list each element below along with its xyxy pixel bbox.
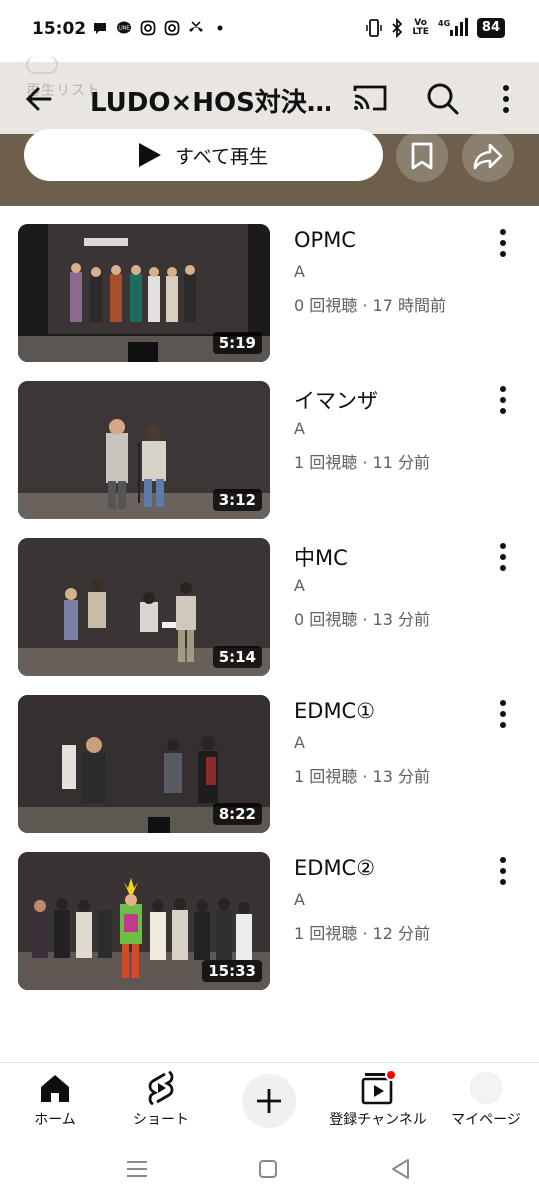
video-item[interactable]: 15:33 EDMC② A 1 回視聴 · 12 分前 xyxy=(0,852,539,1009)
app-header: 再生リスト LUDO×HOS対決… xyxy=(0,56,539,134)
nav-subscriptions-label: 登録チャンネル xyxy=(329,1112,427,1128)
home-system-icon[interactable] xyxy=(253,1154,283,1184)
video-item[interactable]: 3:12 イマンザ A 1 回視聴 · 11 分前 xyxy=(0,381,539,538)
video-channel: A xyxy=(294,419,305,438)
status-time: 15:02 xyxy=(32,19,87,39)
share-button[interactable] xyxy=(462,130,514,182)
instagram-icon xyxy=(140,20,156,36)
channel-avatar-ghost xyxy=(26,56,58,74)
video-more-icon[interactable] xyxy=(494,228,512,258)
nav-you[interactable]: マイページ xyxy=(431,1071,539,1129)
cast-icon[interactable] xyxy=(352,82,388,114)
missed-call-icon xyxy=(189,21,203,32)
video-more-icon[interactable] xyxy=(494,699,512,729)
video-duration: 5:19 xyxy=(212,332,262,354)
video-meta: 1 回視聴 · 12 分前 xyxy=(294,924,430,943)
nav-shorts[interactable]: ショート xyxy=(106,1071,216,1129)
net-type-label: 4G xyxy=(438,19,450,28)
nav-you-label: マイページ xyxy=(451,1112,521,1128)
dot-icon xyxy=(217,25,223,31)
page-title: LUDO×HOS対決… xyxy=(90,88,330,118)
notification-dot xyxy=(385,1069,397,1081)
video-item[interactable]: 8:22 EDMC① A 1 回視聴 · 13 分前 xyxy=(0,695,539,852)
video-list: 5:19 OPMC A 0 回視聴 · 17 時間前 3:12 イマンザ A 1… xyxy=(0,224,539,1009)
video-duration: 15:33 xyxy=(202,960,262,982)
user-avatar xyxy=(470,1072,502,1104)
shorts-icon xyxy=(148,1071,174,1105)
create-button[interactable] xyxy=(242,1074,296,1128)
nav-home-label: ホーム xyxy=(34,1112,76,1128)
volte-indicator: Vo LTE xyxy=(412,18,429,37)
bottom-navigation: ホーム ショート 登録チャンネル マイページ xyxy=(0,1062,539,1138)
video-thumbnail[interactable]: 15:33 xyxy=(18,852,270,990)
plus-icon xyxy=(257,1089,281,1113)
nav-subscriptions[interactable]: 登録チャンネル xyxy=(323,1069,433,1129)
back-arrow-icon[interactable] xyxy=(24,84,54,114)
chat-bubble-icon xyxy=(94,23,106,34)
play-all-button[interactable]: すべて再生 xyxy=(24,129,383,181)
video-channel: A xyxy=(294,262,305,281)
video-meta: 1 回視聴 · 13 分前 xyxy=(294,767,430,786)
video-more-icon[interactable] xyxy=(494,385,512,415)
bluetooth-icon xyxy=(392,18,403,38)
video-duration: 3:12 xyxy=(212,489,262,511)
video-title[interactable]: EDMC② xyxy=(294,856,375,880)
video-item[interactable]: 5:14 中MC A 0 回視聴 · 13 分前 xyxy=(0,538,539,695)
signal-4g-icon: 4G xyxy=(438,18,468,36)
vibrate-icon xyxy=(366,19,383,37)
system-navigation-bar xyxy=(0,1138,539,1200)
nav-home[interactable]: ホーム xyxy=(0,1071,110,1129)
battery-level: 84 xyxy=(476,18,505,38)
play-icon xyxy=(139,143,162,167)
video-meta: 0 回視聴 · 13 分前 xyxy=(294,610,430,629)
instagram-icon-2 xyxy=(164,20,180,36)
nav-shorts-label: ショート xyxy=(133,1112,189,1128)
more-vertical-icon[interactable] xyxy=(496,82,516,116)
save-playlist-button[interactable] xyxy=(396,130,448,182)
video-thumbnail[interactable]: 5:14 xyxy=(18,538,270,676)
svg-text:LINE: LINE xyxy=(118,26,129,32)
recent-apps-icon[interactable] xyxy=(122,1154,152,1184)
video-meta: 0 回視聴 · 17 時間前 xyxy=(294,296,446,315)
status-notification-icons: LINE xyxy=(92,20,228,36)
video-title[interactable]: イマンザ xyxy=(294,385,378,415)
video-thumbnail[interactable]: 3:12 xyxy=(18,381,270,519)
video-title[interactable]: OPMC xyxy=(294,228,356,252)
share-icon xyxy=(473,143,503,170)
status-bar: 15:02 LINE Vo LTE 4G 84 xyxy=(0,0,539,62)
video-title[interactable]: 中MC xyxy=(294,542,348,572)
line-app-icon: LINE xyxy=(117,21,131,34)
back-system-icon[interactable] xyxy=(386,1154,416,1184)
video-more-icon[interactable] xyxy=(494,856,512,886)
video-duration: 8:22 xyxy=(212,803,262,825)
video-channel: A xyxy=(294,733,305,752)
play-all-label: すべて再生 xyxy=(175,145,268,168)
search-icon[interactable] xyxy=(426,82,460,116)
video-channel: A xyxy=(294,576,305,595)
bookmark-icon xyxy=(411,142,433,170)
video-thumbnail[interactable]: 8:22 xyxy=(18,695,270,833)
video-channel: A xyxy=(294,890,305,909)
video-duration: 5:14 xyxy=(212,646,262,668)
home-icon xyxy=(41,1075,69,1102)
video-title[interactable]: EDMC① xyxy=(294,699,375,723)
video-item[interactable]: 5:19 OPMC A 0 回視聴 · 17 時間前 xyxy=(0,224,539,381)
video-more-icon[interactable] xyxy=(494,542,512,572)
video-thumbnail[interactable]: 5:19 xyxy=(18,224,270,362)
video-meta: 1 回視聴 · 11 分前 xyxy=(294,453,430,472)
status-system-icons: Vo LTE 4G 84 xyxy=(366,18,505,38)
